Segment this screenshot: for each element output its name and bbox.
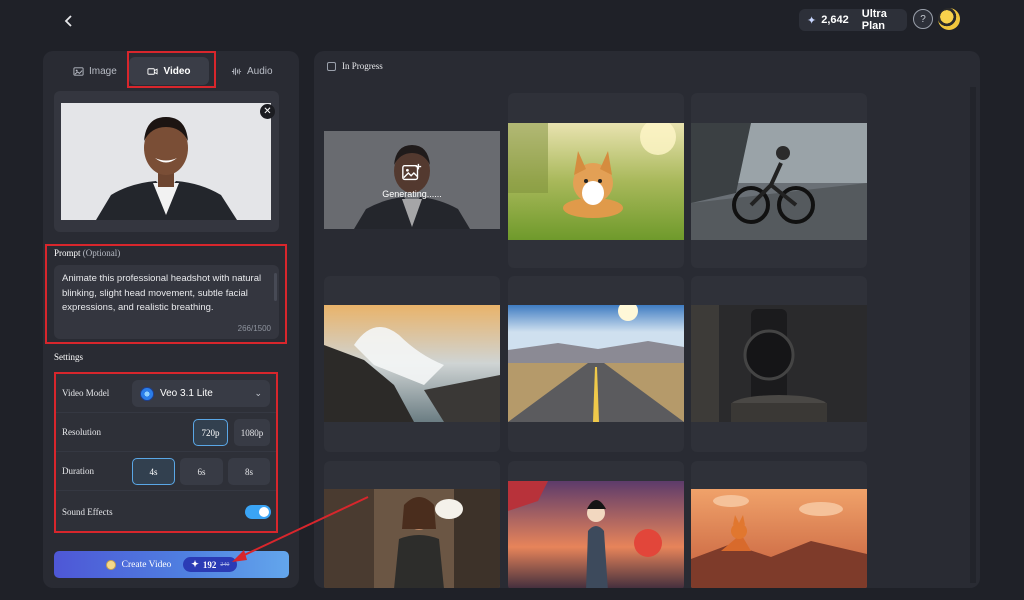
image-icon [73,66,84,76]
gallery-card-generating[interactable]: Generating...... [324,93,500,268]
resolution-label: Resolution [62,427,102,437]
user-avatar[interactable] [938,8,960,30]
cyclist-rain-image [691,123,867,240]
video-model-label: Video Model [62,388,110,398]
desert-road-image [508,305,684,422]
duration-option-6s[interactable]: 6s [180,458,223,485]
in-progress-label: In Progress [342,61,383,71]
prompt-char-count: 266/1500 [237,324,271,333]
gallery-card-cyclist[interactable] [691,93,867,268]
tab-audio[interactable]: Audio [231,57,273,85]
coastal-waves-image [324,305,500,422]
resolution-option-720p[interactable]: 720p [193,419,228,446]
generation-panel: Image Video Audio ✕ Prompt (Optional) An… [43,51,299,588]
cost-badge: ✦ 192 240 [183,557,238,572]
tab-image[interactable]: Image [73,57,117,85]
sparkle-icon: ✦ [807,14,817,27]
video-model-value: Veo 3.1 Lite [160,388,213,399]
video-icon [147,67,159,75]
video-model-row: Video Model Veo 3.1 Lite ⌄ [55,374,278,413]
audio-icon [231,67,242,75]
in-progress-filter[interactable]: In Progress [327,61,383,71]
sound-effects-label: Sound Effects [62,506,113,517]
source-image-card: ✕ [54,91,279,232]
gallery-card-road[interactable] [508,276,684,452]
chevron-left-icon [64,15,72,27]
plan-name: Ultra Plan [861,8,887,32]
duration-option-4s[interactable]: 4s [132,458,175,485]
gallery-card-coast[interactable] [324,276,500,452]
question-icon: ? [920,13,926,25]
sound-effects-row: Sound Effects [55,492,278,531]
tab-label: Video [163,65,191,77]
create-video-label: Create Video [121,559,172,570]
gallery-card-samurai[interactable] [508,461,684,588]
prompt-scrollbar[interactable] [274,273,277,301]
gallery-scrollbar[interactable] [970,87,976,583]
resolution-row: Resolution 720p 1080p [55,413,278,452]
close-icon: ✕ [263,106,272,117]
cost-value: 192 [202,559,217,570]
mode-tabs: Image Video Audio [43,57,299,85]
prompt-optional: (Optional) [82,248,121,258]
headshot-image [61,103,271,220]
gallery-card-fox[interactable] [691,461,867,588]
video-model-select[interactable]: Veo 3.1 Lite ⌄ [132,380,270,407]
generating-overlay: Generating...... [324,131,500,229]
chevron-down-icon: ⌄ [254,388,262,398]
generating-text: Generating...... [382,188,442,199]
prompt-label: Prompt (Optional) [54,248,120,258]
tab-label: Audio [247,65,273,77]
prompt-title: Prompt [54,248,81,258]
gallery-panel: In Progress Generating...... [314,51,980,588]
barista-cafe-image [324,489,500,588]
wristwatch-image [691,305,867,422]
duration-row: Duration 4s 6s 8s [55,452,278,491]
in-progress-checkbox[interactable] [327,61,336,71]
source-image [61,103,271,220]
samurai-sunset-image [508,481,684,588]
credits-count: 2,642 [821,14,849,26]
remove-image-button[interactable]: ✕ [260,104,275,119]
prompt-text[interactable]: Animate this professional headshot with … [62,272,267,316]
back-button[interactable] [58,10,80,32]
duration-option-8s[interactable]: 8s [228,458,270,485]
gallery-card-watch[interactable] [691,276,867,452]
tab-video[interactable]: Video [129,57,209,85]
corgi-meadow-image [508,123,684,240]
sparkle-icon: ✦ [191,559,199,569]
create-video-button[interactable]: Create Video ✦ 192 240 [54,551,289,578]
help-button[interactable]: ? [913,9,933,29]
gallery-card-barista[interactable] [324,461,500,588]
sound-effects-toggle[interactable] [245,505,271,519]
duration-label: Duration [62,466,94,476]
resolution-option-1080p[interactable]: 1080p [234,419,270,446]
settings-heading: Settings [54,352,84,362]
veo-logo-icon [140,386,154,401]
settings-group: Video Model Veo 3.1 Lite ⌄ Resolution 72… [55,374,278,532]
old-cost-value: 240 [220,561,230,568]
fox-rooftops-image [691,489,867,588]
prompt-input[interactable]: Animate this professional headshot with … [54,265,279,339]
credits-badge[interactable]: ✦ 2,642 Ultra Plan [799,8,907,32]
image-plus-icon [402,163,422,180]
gallery-card-corgi[interactable] [508,93,684,268]
coin-icon [105,559,116,570]
tab-label: Image [89,65,117,77]
